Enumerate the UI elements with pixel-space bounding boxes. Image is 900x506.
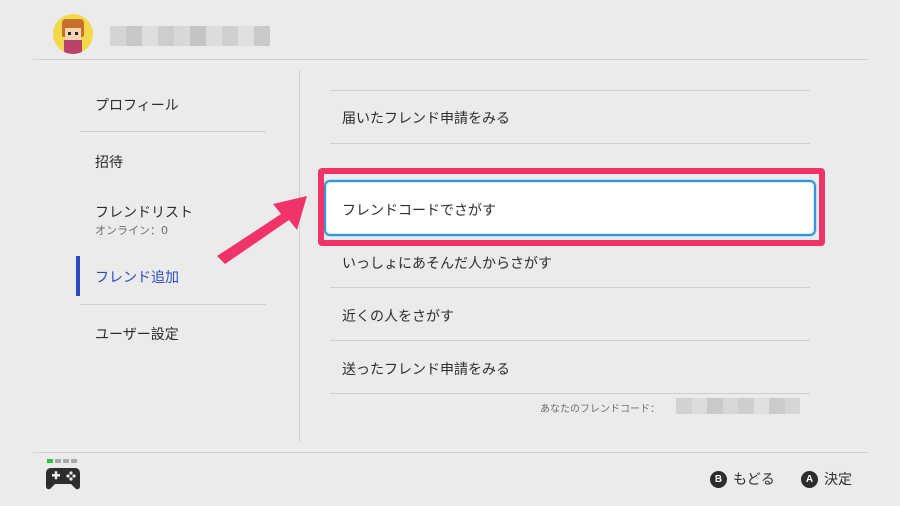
- menu-item-received-requests[interactable]: 届いたフレンド申請をみる: [342, 108, 510, 128]
- back-hint[interactable]: B もどる: [710, 469, 775, 489]
- sidebar-item-user-settings[interactable]: ユーザー設定: [95, 324, 179, 344]
- a-button-icon: A: [801, 470, 818, 488]
- menu-divider: [330, 90, 810, 91]
- sidebar-divider: [80, 131, 266, 132]
- controller-icon: [46, 468, 80, 490]
- footer-divider: [33, 452, 867, 453]
- sidebar-item-add-friend[interactable]: フレンド追加: [95, 267, 179, 287]
- sidebar-item-invite[interactable]: 招待: [95, 152, 123, 172]
- sidebar-item-friend-list[interactable]: フレンドリスト: [95, 202, 193, 222]
- menu-divider: [330, 287, 810, 288]
- sidebar-divider: [80, 304, 266, 305]
- confirm-hint[interactable]: A 決定: [801, 469, 852, 489]
- back-label: もどる: [733, 472, 775, 488]
- confirm-label: 決定: [824, 472, 852, 488]
- b-button-icon: B: [710, 470, 727, 488]
- menu-item-search-played-with[interactable]: いっしょにあそんだ人からさがす: [342, 253, 552, 273]
- menu-divider: [330, 340, 810, 341]
- username-blurred: [110, 26, 270, 46]
- sidebar-item-friend-list-online-count: オンライン：0: [95, 224, 168, 237]
- menu-divider: [330, 143, 810, 144]
- menu-divider: [330, 393, 810, 394]
- header-divider: [33, 59, 867, 60]
- menu-item-sent-requests[interactable]: 送ったフレンド申請をみる: [342, 359, 510, 379]
- user-avatar[interactable]: [53, 14, 93, 54]
- sidebar-item-profile[interactable]: プロフィール: [95, 95, 179, 115]
- friend-code-label: あなたのフレンドコード：: [540, 404, 660, 415]
- header: [0, 0, 900, 60]
- pointer-arrow-icon: [217, 196, 307, 264]
- highlight-frame: [318, 168, 825, 246]
- sidebar-active-indicator: [76, 256, 80, 296]
- friend-code-blurred: [676, 398, 800, 414]
- menu-item-search-nearby[interactable]: 近くの人をさがす: [342, 306, 454, 326]
